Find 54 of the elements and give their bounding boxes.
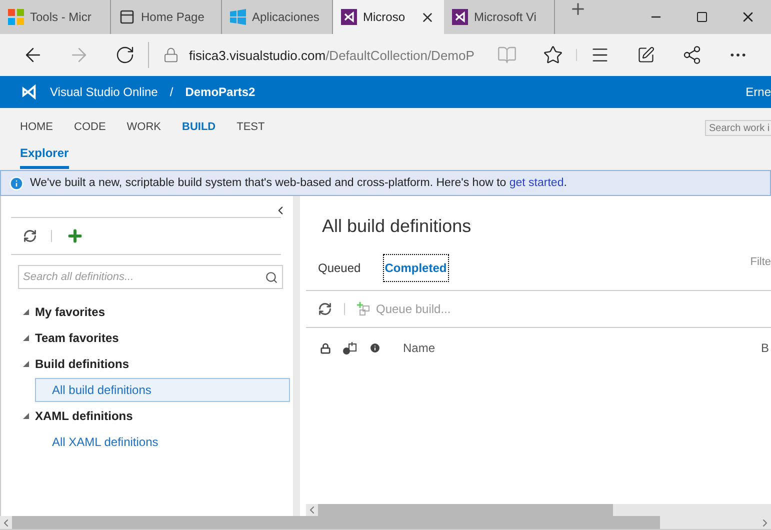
info-icon [9,176,24,190]
project-name[interactable]: DemoParts2 [185,85,256,99]
infinity-logo-icon [452,9,468,25]
four-squares-icon [8,9,24,25]
lock-icon [320,342,331,354]
search-icon[interactable] [265,270,278,284]
calendar-info-icon [343,342,357,354]
share-icon[interactable] [682,45,702,65]
tree-node[interactable]: Team favorites [23,331,119,345]
star-icon[interactable] [543,45,563,65]
tree-node[interactable]: XAML definitions [23,409,133,423]
horizontal-scrollbar[interactable] [0,516,771,530]
get-started-link[interactable]: get started [509,177,564,189]
horizontal-scrollbar[interactable] [306,504,771,516]
tree-item[interactable]: All build definitions [35,378,290,402]
refresh-icon[interactable] [318,302,332,316]
column-header[interactable]: Name [403,341,749,355]
window-icon [119,9,135,25]
expanded-arrow-icon[interactable] [23,335,29,341]
url-text: fisica3.visualstudio.com/DefaultCollection/DemoP [189,48,474,62]
hub-tab[interactable]: BUILD [182,121,216,133]
hub-tab[interactable]: WORK [126,121,162,133]
add-icon[interactable] [66,227,84,245]
product-name[interactable]: Visual Studio Online [50,85,158,99]
tree-node[interactable]: My favorites [23,305,106,319]
refresh-icon[interactable] [115,45,135,65]
column-header[interactable]: B [760,341,769,355]
view-tab[interactable]: Queued [316,254,363,282]
tree-node[interactable]: Build definitions [23,357,129,371]
maximize-icon[interactable] [696,11,708,23]
page-title: All build definitions [321,215,472,238]
user-name[interactable]: Erne [746,85,771,99]
browser-tab[interactable]: Microso [333,0,444,34]
windows-icon [230,9,246,25]
hub-tab[interactable]: HOME [20,121,53,133]
expanded-arrow-icon[interactable] [23,413,29,419]
expanded-arrow-icon[interactable] [23,309,29,315]
tree-item[interactable]: All XAML definitions [35,430,290,454]
new-tab-icon[interactable] [569,0,587,18]
info-icon [369,342,381,354]
refresh-icon[interactable] [23,229,37,243]
infinity-logo-icon [341,9,357,25]
lock-icon [163,47,179,63]
breadcrumb-separator: / [170,85,174,99]
filter-label[interactable]: Filte [750,256,771,268]
hub-tab[interactable]: TEST [236,121,265,133]
banner-text: We've built a new, scriptable build system that's web-based and cross-platform. Here's how to get started. [30,177,567,189]
expanded-arrow-icon[interactable] [23,361,29,367]
view-tab[interactable]: Completed [382,254,449,282]
hub-tab[interactable]: CODE [74,121,106,133]
note-icon[interactable] [637,46,655,64]
infinity-logo-icon [20,83,38,101]
queue-icon [357,302,371,316]
search-field[interactable]: Search work i [705,120,771,136]
